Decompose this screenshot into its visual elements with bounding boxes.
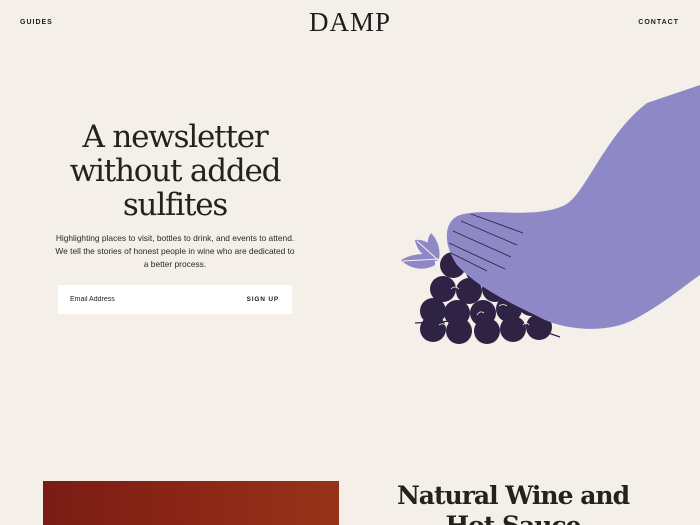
featured-article-title[interactable]: Natural Wine and Hot Sauce [370,481,656,525]
hero-title-line: without added [69,153,282,189]
hero-title: A newsletter without added sulfites [54,120,296,222]
leaf-icon [401,233,440,269]
hero-description: Highlighting places to visit, bottles to… [55,233,295,269]
hero-title-line: A newsletter [82,119,269,155]
sign-up-button[interactable]: SIGN UP [247,296,279,303]
featured-title-line: Hot Sauce [370,511,656,525]
featured-article-image[interactable] [43,481,339,525]
nav-guides-link[interactable]: GUIDES [20,19,53,26]
hero-section: A newsletter without added sulfites High… [54,120,296,271]
featured-title-line: Natural Wine and [396,481,630,510]
email-input[interactable] [70,296,220,303]
damp-logo[interactable]: DAMP [309,9,391,36]
hero-title-line: sulfites [122,187,228,223]
foot-stomping-grapes-illustration [401,85,700,344]
nav-contact-link[interactable]: CONTACT [638,19,679,26]
newsletter-signup-form: SIGN UP [58,285,292,314]
